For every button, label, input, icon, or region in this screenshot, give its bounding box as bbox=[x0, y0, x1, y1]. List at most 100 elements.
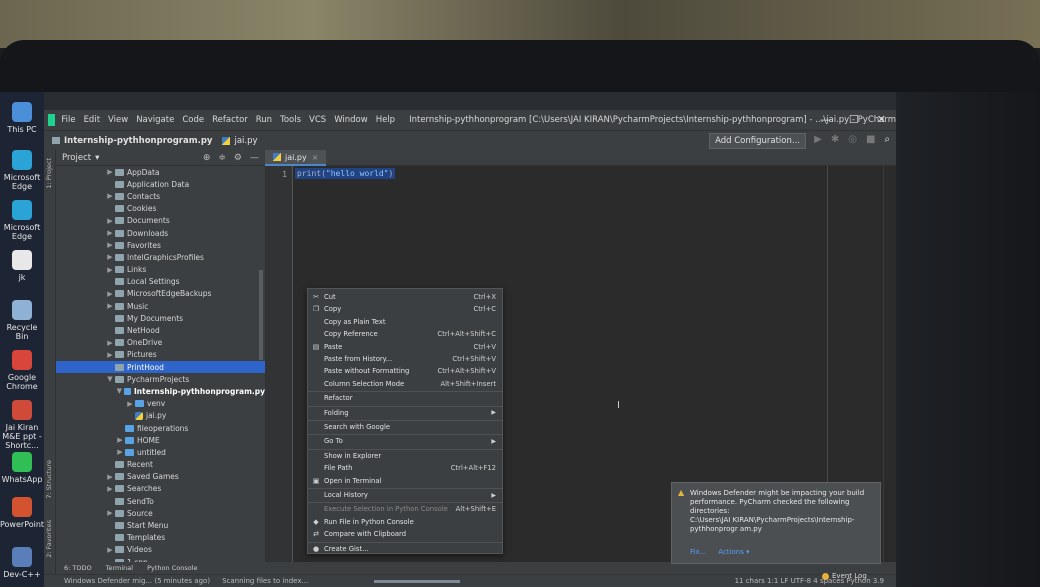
expand-arrow-icon[interactable]: ▼ bbox=[116, 387, 123, 395]
menu-refactor[interactable]: Refactor bbox=[212, 115, 248, 125]
status-message[interactable]: Windows Defender mig... (5 minutes ago) bbox=[64, 577, 210, 585]
tree-node[interactable]: ▶ Source bbox=[56, 507, 265, 519]
tree-node[interactable]: ▶ Videos bbox=[56, 544, 265, 556]
tree-node[interactable]: ▶ MicrosoftEdgeBackups bbox=[56, 288, 265, 300]
tree-node[interactable]: ▼ Internship-pythhonprogram.py bbox=[56, 385, 265, 397]
context-menu-item[interactable]: Copy as Plain Text bbox=[308, 316, 502, 328]
run-icon[interactable]: ▶ bbox=[814, 134, 822, 145]
tree-node[interactable]: ▼ PycharmProjects bbox=[56, 373, 265, 385]
context-menu-item[interactable]: ▤ Paste Ctrl+V bbox=[308, 341, 502, 353]
tree-node[interactable]: SendTo bbox=[56, 495, 265, 507]
context-menu-item[interactable]: ◆ Run File in Python Console bbox=[308, 516, 502, 528]
expand-arrow-icon[interactable]: ▶ bbox=[106, 290, 114, 298]
expand-arrow-icon[interactable]: ▶ bbox=[106, 253, 114, 261]
code-line-selected[interactable]: print("hello world") bbox=[295, 168, 396, 179]
tab-favorites[interactable]: 2: Favorites bbox=[45, 520, 55, 558]
expand-arrow-icon[interactable]: ▶ bbox=[106, 546, 114, 554]
expand-arrow-icon[interactable]: ▶ bbox=[106, 168, 114, 176]
desktop-shortcut[interactable]: PowerPoint bbox=[0, 497, 44, 529]
tree-node[interactable]: Local Settings bbox=[56, 276, 265, 288]
context-menu-item[interactable]: Paste without Formatting Ctrl+Alt+Shift+V bbox=[308, 365, 502, 377]
tree-node[interactable]: ▶ Pictures bbox=[56, 349, 265, 361]
event-log-button[interactable]: Event Log bbox=[822, 572, 867, 580]
context-menu-item[interactable]: ❐ Copy Ctrl+C bbox=[308, 303, 502, 315]
tree-node[interactable]: fileoperations bbox=[56, 422, 265, 434]
expand-arrow-icon[interactable]: ▶ bbox=[106, 339, 114, 347]
desktop-shortcut[interactable]: Dev-C++ bbox=[0, 547, 44, 579]
tab-todo[interactable]: 6: TODO bbox=[64, 564, 92, 572]
maximize-icon[interactable]: ☐ bbox=[849, 113, 859, 126]
tree-node[interactable]: ▶ Downloads bbox=[56, 227, 265, 239]
tab-terminal[interactable]: Terminal bbox=[106, 564, 133, 572]
context-menu-item[interactable]: File Path Ctrl+Alt+F12 bbox=[308, 462, 502, 474]
desktop-shortcut[interactable]: WhatsApp bbox=[0, 452, 44, 484]
menu-view[interactable]: View bbox=[108, 115, 128, 125]
add-configuration-button[interactable]: Add Configuration... bbox=[709, 133, 806, 149]
menu-vcs[interactable]: VCS bbox=[309, 115, 326, 125]
expand-arrow-icon[interactable]: ▶ bbox=[106, 266, 114, 274]
expand-arrow-icon[interactable]: ▶ bbox=[106, 473, 114, 481]
project-panel-title[interactable]: Project bbox=[62, 153, 91, 163]
desktop-shortcut[interactable]: Jai Kiran M&E ppt - Shortc... bbox=[0, 400, 44, 450]
expand-arrow-icon[interactable]: ▶ bbox=[116, 436, 124, 444]
context-menu-item[interactable]: ✂ Cut Ctrl+X bbox=[308, 291, 502, 303]
tree-node[interactable]: My Documents bbox=[56, 312, 265, 324]
expand-arrow-icon[interactable]: ▶ bbox=[106, 192, 114, 200]
menu-file[interactable]: File bbox=[61, 115, 75, 125]
fix-link[interactable]: Fix... bbox=[690, 548, 706, 557]
desktop-shortcut[interactable]: Microsoft Edge bbox=[0, 150, 44, 191]
coverage-icon[interactable]: ◎ bbox=[848, 134, 857, 145]
menu-window[interactable]: Window bbox=[334, 115, 368, 125]
desktop-shortcut[interactable]: Microsoft Edge bbox=[0, 200, 44, 241]
tree-node[interactable]: ▶ Music bbox=[56, 300, 265, 312]
expand-arrow-icon[interactable]: ▶ bbox=[116, 448, 124, 456]
status-position[interactable]: 11 chars 1:1 LF UTF-8 4 spaces Python 3.… bbox=[735, 577, 896, 585]
expand-arrow-icon[interactable]: ▶ bbox=[106, 217, 114, 225]
hide-icon[interactable]: — bbox=[250, 153, 259, 163]
gear-icon[interactable]: ⚙ bbox=[234, 153, 242, 163]
menu-edit[interactable]: Edit bbox=[84, 115, 100, 125]
context-menu-item[interactable]: Column Selection Mode Alt+Shift+Insert bbox=[308, 378, 502, 390]
tab-python-console[interactable]: Python Console bbox=[147, 564, 197, 572]
tree-node[interactable]: ▶ venv bbox=[56, 398, 265, 410]
close-icon[interactable]: ✕ bbox=[877, 113, 886, 126]
context-menu-item[interactable]: ⇄ Compare with Clipboard bbox=[308, 528, 502, 540]
tree-node[interactable]: ▶ Favorites bbox=[56, 239, 265, 251]
tree-node[interactable]: Templates bbox=[56, 532, 265, 544]
desktop-shortcut[interactable]: Google Chrome bbox=[0, 350, 44, 391]
tree-node[interactable]: ▶ Searches bbox=[56, 483, 265, 495]
expand-arrow-icon[interactable]: ▼ bbox=[106, 375, 114, 383]
tab-structure[interactable]: 7: Structure bbox=[45, 460, 55, 499]
tree-node[interactable]: NetHood bbox=[56, 324, 265, 336]
tree-node[interactable]: ▶ OneDrive bbox=[56, 337, 265, 349]
expand-arrow-icon[interactable]: ▶ bbox=[106, 241, 114, 249]
tree-node[interactable]: Recent bbox=[56, 459, 265, 471]
tree-node[interactable]: ▶ HOME bbox=[56, 434, 265, 446]
editor-tab-jai[interactable]: jai.py × bbox=[265, 150, 327, 166]
project-scrollbar[interactable] bbox=[259, 270, 263, 360]
tree-node[interactable]: ▶ Documents bbox=[56, 215, 265, 227]
menu-help[interactable]: Help bbox=[376, 115, 395, 125]
tab-project[interactable]: 1: Project bbox=[45, 158, 55, 189]
tree-node[interactable]: jai.py bbox=[56, 410, 265, 422]
desktop-shortcut[interactable]: Recycle Bin bbox=[0, 300, 44, 341]
tree-node[interactable]: ▶ Saved Games bbox=[56, 471, 265, 483]
context-menu-item[interactable]: Paste from History... Ctrl+Shift+V bbox=[308, 353, 502, 365]
expand-arrow-icon[interactable]: ▶ bbox=[126, 400, 134, 408]
context-menu-item[interactable]: Copy Reference Ctrl+Alt+Shift+C bbox=[308, 328, 502, 340]
minimize-icon[interactable]: — bbox=[820, 113, 831, 126]
context-menu-item[interactable]: ● Create Gist... bbox=[308, 543, 502, 555]
expand-arrow-icon[interactable]: ▶ bbox=[106, 302, 114, 310]
menu-run[interactable]: Run bbox=[256, 115, 272, 125]
close-tab-icon[interactable]: × bbox=[312, 153, 319, 162]
chevron-down-icon[interactable]: ▾ bbox=[95, 153, 99, 163]
tree-node[interactable]: ▶ untitled bbox=[56, 446, 265, 458]
desktop-shortcut[interactable]: jk bbox=[0, 250, 44, 282]
actions-link[interactable]: Actions ▾ bbox=[718, 548, 749, 557]
tree-node[interactable]: PrintHood bbox=[56, 361, 265, 374]
context-menu-item[interactable]: ▣ Open in Terminal bbox=[308, 475, 502, 487]
tree-node[interactable]: ▶ IntelGraphicsProfiles bbox=[56, 251, 265, 263]
context-menu-item[interactable]: Local History ▶ bbox=[308, 489, 502, 501]
menu-navigate[interactable]: Navigate bbox=[136, 115, 174, 125]
expand-arrow-icon[interactable]: ▶ bbox=[106, 229, 114, 237]
